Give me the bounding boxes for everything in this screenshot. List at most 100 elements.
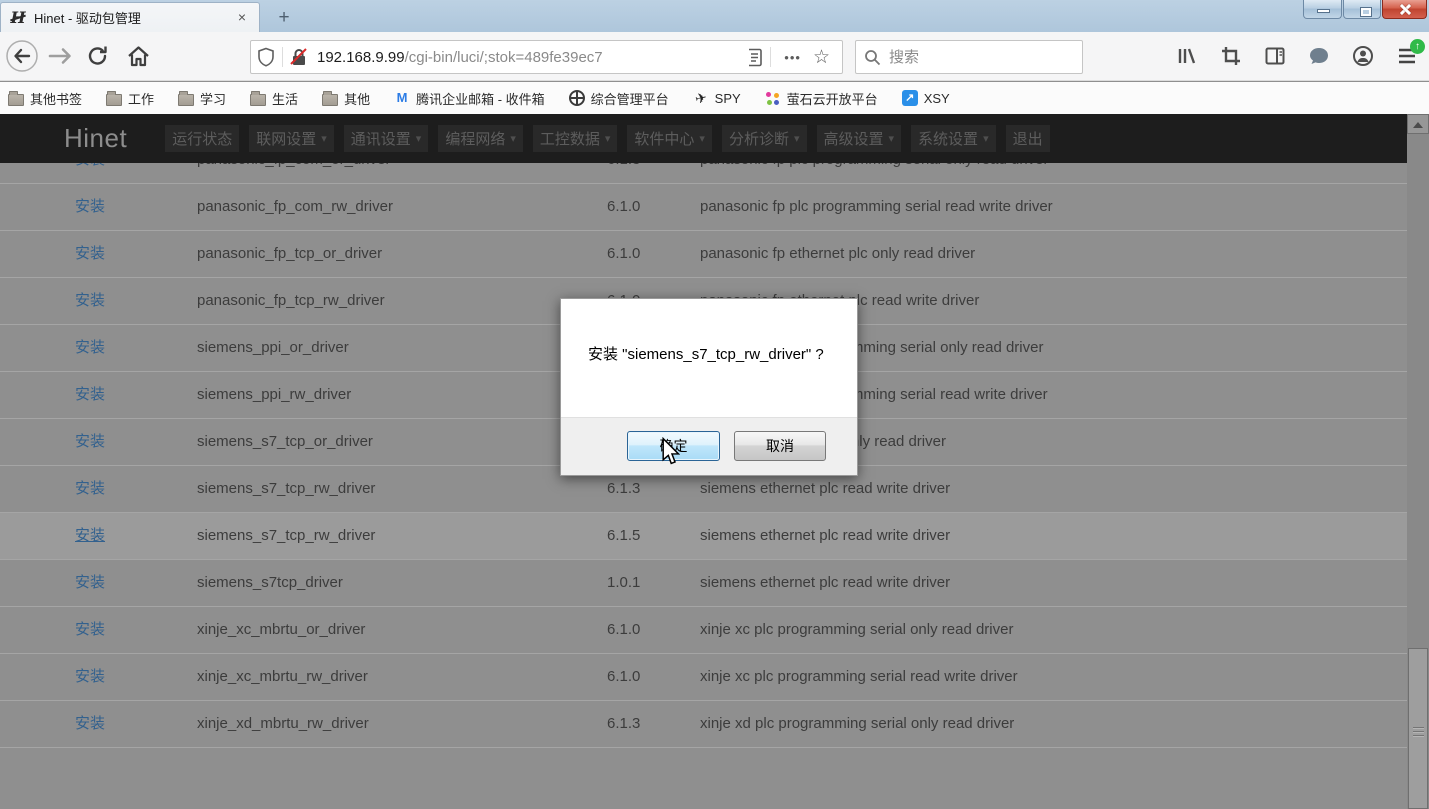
forward-button[interactable]	[42, 38, 78, 74]
library-button[interactable]	[1175, 44, 1199, 68]
app-menu-item-5[interactable]: 工控数据 ▾	[533, 125, 618, 152]
search-icon	[864, 49, 881, 66]
reload-button[interactable]	[80, 38, 116, 74]
app-menu-item-10[interactable]: 退出	[1006, 125, 1050, 152]
screenshot-button[interactable]	[1219, 44, 1243, 68]
app-menu-item-2[interactable]: 联网设置▾	[249, 125, 334, 152]
bookmark-item-4[interactable]: 生活	[250, 89, 298, 108]
app-menu-item-7[interactable]: 分析诊断▾	[722, 125, 807, 152]
update-badge-icon: ↑	[1410, 39, 1425, 54]
driver-name: siemens_s7tcp_driver	[197, 560, 343, 606]
close-button[interactable]	[1382, 0, 1427, 19]
install-link[interactable]: 安装	[75, 560, 105, 606]
bookmark-item-9[interactable]: 萤石云开放平台	[765, 89, 878, 108]
install-link[interactable]: 安装	[75, 325, 105, 371]
pocket-button[interactable]	[1307, 44, 1331, 68]
install-link[interactable]: 安装	[75, 513, 105, 559]
page-actions-icon[interactable]: •••	[778, 50, 807, 65]
xsy-icon: ↗	[902, 90, 918, 106]
install-link[interactable]: 安装	[75, 654, 105, 700]
restore-icon	[1361, 8, 1371, 16]
reload-icon	[86, 44, 110, 68]
speech-bubble-icon	[1308, 45, 1330, 67]
screenshot-crop-icon	[1220, 45, 1242, 67]
url-fade	[679, 41, 749, 73]
bookmark-item-2[interactable]: 工作	[106, 89, 154, 108]
driver-version: 6.1.0	[607, 654, 640, 700]
bookmark-item-7[interactable]: 综合管理平台	[569, 89, 669, 108]
driver-description: panasonic fp ethernet plc only read driv…	[700, 231, 975, 277]
install-link[interactable]: 安装	[75, 607, 105, 653]
url-bar[interactable]: 192.168.9.99/cgi-bin/luci/;stok=489fe39e…	[250, 40, 843, 74]
app-menu-item-8[interactable]: 高级设置▾	[817, 125, 902, 152]
bookmark-label: 生活	[272, 89, 298, 108]
install-link[interactable]: 安装	[75, 419, 105, 465]
dialog-message: 安装 "siemens_s7_tcp_rw_driver" ?	[588, 343, 824, 364]
table-row-13: 安装xinje_xd_mbrtu_rw_driver6.1.3xinje xd …	[0, 701, 1407, 748]
bookmark-label: 综合管理平台	[591, 89, 669, 108]
table-row-11: 安装xinje_xc_mbrtu_or_driver6.1.0xinje xc …	[0, 607, 1407, 654]
back-button[interactable]	[4, 38, 40, 74]
bookmark-item-6[interactable]: M腾讯企业邮箱 - 收件箱	[394, 89, 545, 108]
scrollbar-thumb[interactable]	[1408, 648, 1428, 809]
ezviz-icon	[765, 90, 781, 106]
folder-icon	[8, 94, 24, 106]
bookmark-item-8[interactable]: ✈ SPY	[693, 90, 741, 106]
search-bar[interactable]	[855, 40, 1083, 74]
bookmark-label: SPY	[715, 91, 741, 106]
chevron-down-icon: ▾	[510, 132, 516, 145]
app-menu-label: 工控数据	[540, 128, 600, 149]
driver-name: xinje_xc_mbrtu_rw_driver	[197, 654, 368, 700]
bookmark-item-10[interactable]: ↗ XSY	[902, 90, 950, 106]
home-button[interactable]	[120, 38, 156, 74]
browser-tab[interactable]: H Hinet - 驱动包管理 ×	[0, 2, 260, 32]
chevron-down-icon: ▾	[983, 132, 989, 145]
bookmark-label: XSY	[924, 91, 950, 106]
spy-icon: ✈	[691, 89, 710, 108]
cancel-button[interactable]: 取消	[734, 431, 826, 461]
table-row-10: 安装siemens_s7tcp_driver1.0.1siemens ether…	[0, 560, 1407, 607]
bookmark-item-3[interactable]: 学习	[178, 89, 226, 108]
restore-button[interactable]	[1343, 0, 1381, 19]
url-text: 192.168.9.99/cgi-bin/luci/;stok=489fe39e…	[317, 49, 603, 66]
app-menu-item-9[interactable]: 系统设置▾	[911, 125, 996, 152]
app-menu-label: 编程网络	[445, 128, 505, 149]
app-menu-item-3[interactable]: 通讯设置▾	[344, 125, 429, 152]
chevron-down-icon: ▾	[699, 132, 705, 145]
chevron-down-icon: ▾	[605, 132, 611, 145]
bookmark-star-icon[interactable]: ☆	[807, 46, 836, 69]
screen: { "window": { "tab_title": "Hinet - 驱动包管…	[0, 0, 1429, 809]
account-button[interactable]	[1351, 44, 1375, 68]
app-menu-item-1[interactable]: 运行状态	[165, 125, 239, 152]
install-link[interactable]: 安装	[75, 701, 105, 747]
divider	[770, 47, 771, 67]
app-menu-label: 通讯设置	[351, 128, 411, 149]
tab-close-icon[interactable]: ×	[233, 9, 251, 27]
install-link[interactable]: 安装	[75, 466, 105, 512]
driver-name: panasonic_fp_com_rw_driver	[197, 184, 393, 230]
app-menu-item-6[interactable]: 软件中心▾	[627, 125, 712, 152]
bookmark-label: 萤石云开放平台	[787, 89, 878, 108]
install-link[interactable]: 安装	[75, 184, 105, 230]
new-tab-button[interactable]: +	[268, 5, 300, 31]
driver-description: xinje xc plc programming serial read wri…	[700, 654, 1018, 700]
bookmark-item-1[interactable]: 其他书签	[8, 89, 82, 108]
minimize-button[interactable]	[1303, 0, 1342, 19]
scrollbar[interactable]	[1407, 114, 1429, 809]
install-link[interactable]: 安装	[75, 278, 105, 324]
url-host: 192.168.9.99	[317, 49, 405, 66]
app-menu-item-4[interactable]: 编程网络 ▾	[438, 125, 523, 152]
menu-button[interactable]: ↑	[1395, 44, 1419, 68]
scroll-up-arrow-icon[interactable]	[1407, 114, 1429, 134]
app-menu-label: 联网设置	[256, 128, 316, 149]
bookmark-label: 工作	[128, 89, 154, 108]
install-link[interactable]: 安装	[75, 231, 105, 277]
library-icon	[1176, 45, 1198, 67]
install-link[interactable]: 安装	[75, 372, 105, 418]
bookmark-item-5[interactable]: 其他	[322, 89, 370, 108]
driver-description: panasonic fp plc programming serial read…	[700, 184, 1053, 230]
sidebar-button[interactable]	[1263, 44, 1287, 68]
bookmark-label: 其他书签	[30, 89, 82, 108]
search-input[interactable]	[889, 49, 1049, 66]
mouse-cursor	[661, 437, 680, 465]
